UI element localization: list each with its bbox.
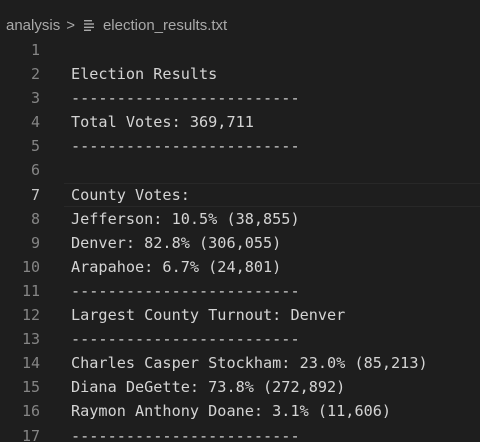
line-text: -------------------------: [71, 137, 300, 156]
line-number: 2: [30, 65, 40, 84]
line-number: 4: [30, 113, 40, 132]
line-number: 7: [30, 185, 40, 204]
breadcrumb: analysis > election_results.txt: [0, 14, 227, 36]
line-number: 13: [21, 330, 40, 349]
line-number: 9: [30, 233, 40, 252]
line-number: 10: [21, 257, 40, 276]
line-text: Election Results: [71, 65, 218, 84]
code-line[interactable]: 5 -------------------------: [0, 134, 480, 158]
line-number: 3: [30, 89, 40, 108]
line-number: 15: [21, 378, 40, 397]
line-text: Denver: 82.8% (306,055): [71, 233, 282, 252]
editor-lines[interactable]: 1 2 Election Results 3 ---------------------…: [0, 38, 480, 442]
line-text: Diana DeGette: 73.8% (272,892): [71, 378, 346, 397]
line-number: 11: [21, 281, 40, 300]
line-number: 5: [30, 137, 40, 156]
line-number: 14: [21, 354, 40, 373]
code-line[interactable]: 10 Arapahoe: 6.7% (24,801): [0, 255, 480, 279]
line-text: Jefferson: 10.5% (38,855): [71, 209, 300, 228]
code-line[interactable]: 13 -------------------------: [0, 327, 480, 351]
chevron-right-icon: >: [66, 16, 75, 34]
line-number: 1: [30, 41, 40, 59]
line-number: 16: [21, 402, 40, 421]
code-line[interactable]: 15 Diana DeGette: 73.8% (272,892): [0, 375, 480, 399]
code-line[interactable]: 8 Jefferson: 10.5% (38,855): [0, 207, 480, 231]
line-number: 8: [30, 209, 40, 228]
line-text: -------------------------: [71, 89, 300, 108]
code-line[interactable]: 6: [0, 158, 480, 182]
lines-file-icon: [83, 19, 95, 31]
line-number: 12: [21, 306, 40, 325]
text-editor[interactable]: analysis > election_results.txt 1 2 Electi…: [0, 0, 480, 442]
line-text: Raymon Anthony Doane: 3.1% (11,606): [71, 402, 392, 421]
breadcrumb-folder[interactable]: analysis: [6, 17, 60, 34]
code-line[interactable]: 3 -------------------------: [0, 86, 480, 110]
line-number: 6: [30, 161, 40, 180]
line-text: -------------------------: [71, 330, 300, 349]
code-line[interactable]: 14 Charles Casper Stockham: 23.0% (85,213…: [0, 351, 480, 375]
line-text: -------------------------: [71, 281, 300, 300]
code-line[interactable]: 4 Total Votes: 369,711: [0, 110, 480, 134]
code-line[interactable]: 12 Largest County Turnout: Denver: [0, 303, 480, 327]
line-number: 17: [21, 426, 40, 442]
breadcrumb-file[interactable]: election_results.txt: [103, 17, 227, 34]
code-line[interactable]: 7 County Votes:: [0, 182, 480, 207]
code-line[interactable]: 9 Denver: 82.8% (306,055): [0, 231, 480, 255]
line-text: Arapahoe: 6.7% (24,801): [71, 257, 282, 276]
line-text: County Votes:: [71, 185, 190, 204]
code-line[interactable]: 2 Election Results: [0, 62, 480, 86]
line-text: Total Votes: 369,711: [71, 113, 254, 132]
code-line[interactable]: 16 Raymon Anthony Doane: 3.1% (11,606): [0, 399, 480, 423]
line-text: Largest County Turnout: Denver: [71, 306, 346, 325]
line-text: -------------------------: [71, 426, 300, 442]
code-line[interactable]: 11 -------------------------: [0, 279, 480, 303]
line-text: Charles Casper Stockham: 23.0% (85,213): [71, 354, 428, 373]
code-line[interactable]: 17 -------------------------: [0, 424, 480, 442]
code-line[interactable]: 1: [0, 38, 480, 62]
